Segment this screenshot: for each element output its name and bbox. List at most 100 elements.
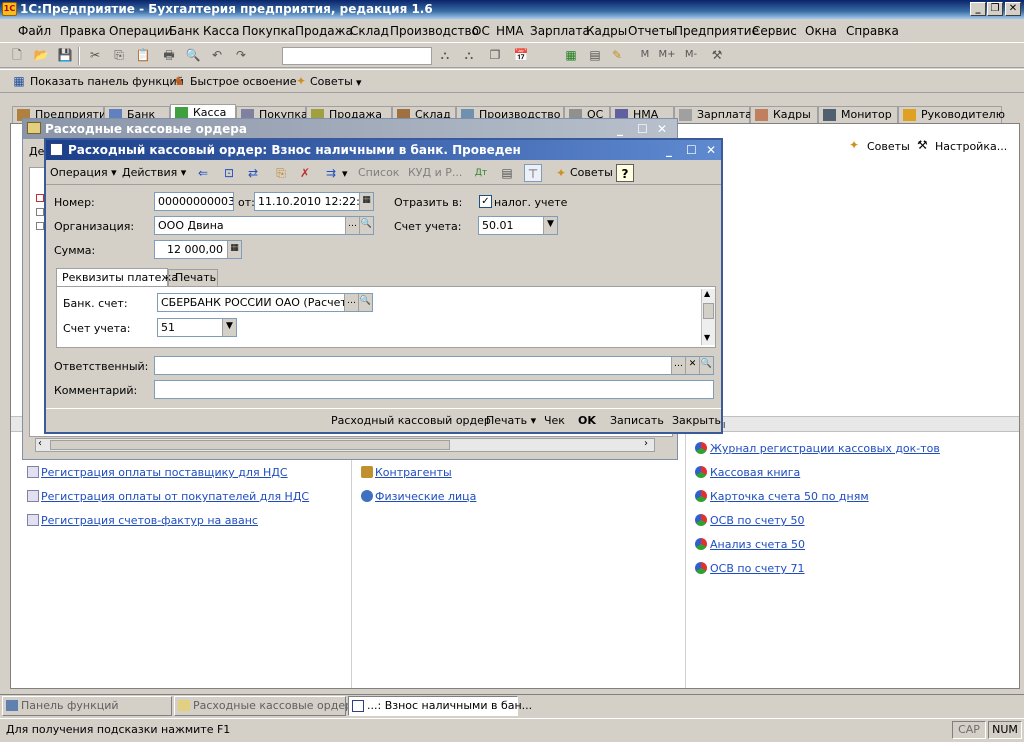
menu-cash[interactable]: Касса [203, 24, 239, 38]
bank-account-account-field[interactable]: 51 ▼ [157, 318, 237, 337]
print-menu[interactable]: Печать ▾ [486, 414, 536, 427]
menu-file[interactable]: Файл [18, 24, 51, 38]
note-icon[interactable]: ✎ [608, 46, 626, 64]
prev-icon[interactable]: ⇐ [194, 164, 212, 182]
doc-close-icon[interactable]: ✕ [706, 140, 716, 160]
link-advance-invoices[interactable]: Регистрация счетов-фактур на аванс [41, 514, 258, 527]
menu-enterprise[interactable]: Предприятие [674, 24, 759, 38]
task-deposit-doc[interactable]: ...: Взнос наличными в бан... [348, 696, 532, 716]
tax-accounting-checkbox[interactable]: ✓ [479, 195, 492, 208]
tab-salary[interactable]: Зарплата [674, 106, 752, 124]
report-icon[interactable]: ▤ [498, 164, 516, 182]
account-field[interactable]: 50.01 ▼ [478, 216, 558, 235]
menu-reports[interactable]: Отчеты [628, 24, 675, 38]
panel-vertical-scrollbar[interactable]: ▲ ▼ [701, 289, 715, 345]
menu-production[interactable]: Производство [390, 24, 479, 38]
check-button[interactable]: Чек [544, 414, 565, 427]
scroll-right-icon[interactable]: › [644, 438, 648, 449]
dropdown-icon[interactable]: ▼ [543, 217, 557, 234]
bank-account-field[interactable]: СБЕРБАНК РОССИИ ОАО (Расчетный… 🔍 [157, 293, 373, 312]
ok-button[interactable]: OK [578, 414, 596, 427]
sum-field[interactable]: 12 000,00 ▦ [154, 240, 242, 259]
form-print-button[interactable]: Расходный кассовый ордер [331, 414, 491, 427]
based-on-dropdown-icon[interactable]: ▾ [342, 167, 348, 180]
scroll-thumb[interactable] [703, 303, 714, 319]
responsible-field[interactable]: … ✕ 🔍 [154, 356, 714, 375]
paste-icon[interactable]: 📋 [134, 46, 152, 64]
table-icon[interactable]: ▤ [586, 46, 604, 64]
dropdown-icon[interactable]: ▼ [222, 319, 236, 336]
list-horizontal-scrollbar[interactable]: ‹ › [35, 438, 655, 452]
structure-icon[interactable]: ⊤ [524, 164, 542, 182]
open-icon[interactable]: 🔍 [359, 217, 373, 234]
menu-salary[interactable]: Зарплата [530, 24, 590, 38]
menu-purchase[interactable]: Покупка [242, 24, 295, 38]
copy-doc-icon[interactable]: ⎘ [272, 164, 290, 182]
tips-button[interactable]: Советы [310, 75, 353, 88]
memory-minus-icon[interactable]: M- [682, 46, 700, 64]
menu-service[interactable]: Сервис [752, 24, 797, 38]
windows-icon[interactable]: ❐ [486, 46, 504, 64]
select-button[interactable]: … [671, 357, 685, 374]
open-icon[interactable]: 🔍 [699, 357, 713, 374]
calculator-icon[interactable]: ▦ [227, 241, 241, 258]
memory-m-icon[interactable]: M [636, 46, 654, 64]
menu-edit[interactable]: Правка [60, 24, 106, 38]
post-icon[interactable]: ⊡ [220, 164, 238, 182]
undo-icon[interactable]: ↶ [208, 46, 226, 64]
scroll-thumb[interactable] [50, 440, 450, 450]
calendar-icon[interactable]: ▦ [359, 193, 373, 210]
new-document-icon[interactable]: 🗋 [8, 46, 26, 64]
print-icon[interactable]: 🖶 [160, 46, 178, 64]
tab-print[interactable]: Печать [168, 269, 218, 287]
link-individuals[interactable]: Физические лица [375, 490, 476, 503]
clear-icon[interactable]: ✕ [685, 357, 699, 374]
scroll-left-icon[interactable]: ‹ [38, 438, 42, 449]
doc-minimize-icon[interactable]: _ [666, 140, 672, 160]
tools-icon[interactable]: ⚒ [708, 46, 726, 64]
redo-icon[interactable]: ↷ [232, 46, 250, 64]
menu-os[interactable]: ОС [472, 24, 490, 38]
date-field[interactable]: 11.10.2010 12:22:25 ▦ [254, 192, 374, 211]
operation-menu[interactable]: Операция ▾ [50, 166, 117, 179]
open-icon[interactable]: 🔍 [358, 294, 372, 311]
number-field[interactable]: 00000000003 [154, 192, 234, 211]
panel-tips-button[interactable]: Советы [867, 140, 910, 153]
close-button[interactable]: ✕ [1005, 2, 1021, 16]
scroll-down-icon[interactable]: ▼ [704, 333, 710, 342]
doc-tips-button[interactable]: Советы [570, 166, 613, 179]
select-button[interactable]: … [345, 217, 359, 234]
link-supplier-payment-vat[interactable]: Регистрация оплаты поставщику для НДС [41, 466, 288, 479]
link-customer-payment-vat[interactable]: Регистрация оплаты от покупателей для НД… [41, 490, 309, 503]
find-icon[interactable]: ⛬ [436, 46, 454, 64]
select-button[interactable]: … [344, 294, 358, 311]
close-button[interactable]: Закрыть [672, 414, 721, 427]
list-minimize-icon[interactable]: _ [617, 119, 623, 139]
task-cash-orders[interactable]: Расходные кассовые ордера [174, 696, 359, 716]
maximize-button[interactable]: ❐ [987, 2, 1003, 16]
tab-hr[interactable]: Кадры [750, 106, 818, 124]
menu-windows[interactable]: Окна [805, 24, 837, 38]
menu-sale[interactable]: Продажа [295, 24, 353, 38]
memory-plus-icon[interactable]: M+ [658, 46, 676, 64]
link-osv-71[interactable]: ОСВ по счету 71 [710, 562, 805, 575]
menu-operations[interactable]: Операции [109, 24, 172, 38]
tab-director[interactable]: Руководителю [898, 106, 1005, 124]
quick-start-button[interactable]: Быстрое освоение [190, 75, 297, 88]
link-counterparties[interactable]: Контрагенты [375, 466, 452, 479]
list-maximize-icon[interactable]: ☐ [637, 119, 648, 139]
actions-menu[interactable]: Действия ▾ [122, 166, 186, 179]
task-functions-panel[interactable]: Панель функций [2, 696, 172, 716]
menu-nma[interactable]: НМА [496, 24, 524, 38]
find-next-icon[interactable]: ⛬ [460, 46, 478, 64]
help-icon[interactable]: ? [616, 164, 634, 182]
menu-warehouse[interactable]: Склад [350, 24, 389, 38]
link-cash-journal[interactable]: Журнал регистрации кассовых док-тов [710, 442, 940, 455]
save-icon[interactable]: 💾 [56, 46, 74, 64]
refresh-icon[interactable]: ⇄ [244, 164, 262, 182]
comment-field[interactable] [154, 380, 714, 399]
tab-payment-details[interactable]: Реквизиты платежа [56, 268, 178, 287]
list-actions-fragment[interactable]: Де [29, 145, 44, 158]
list-close-icon[interactable]: ✕ [657, 119, 667, 139]
tips-dropdown-icon[interactable]: ▾ [356, 76, 362, 89]
